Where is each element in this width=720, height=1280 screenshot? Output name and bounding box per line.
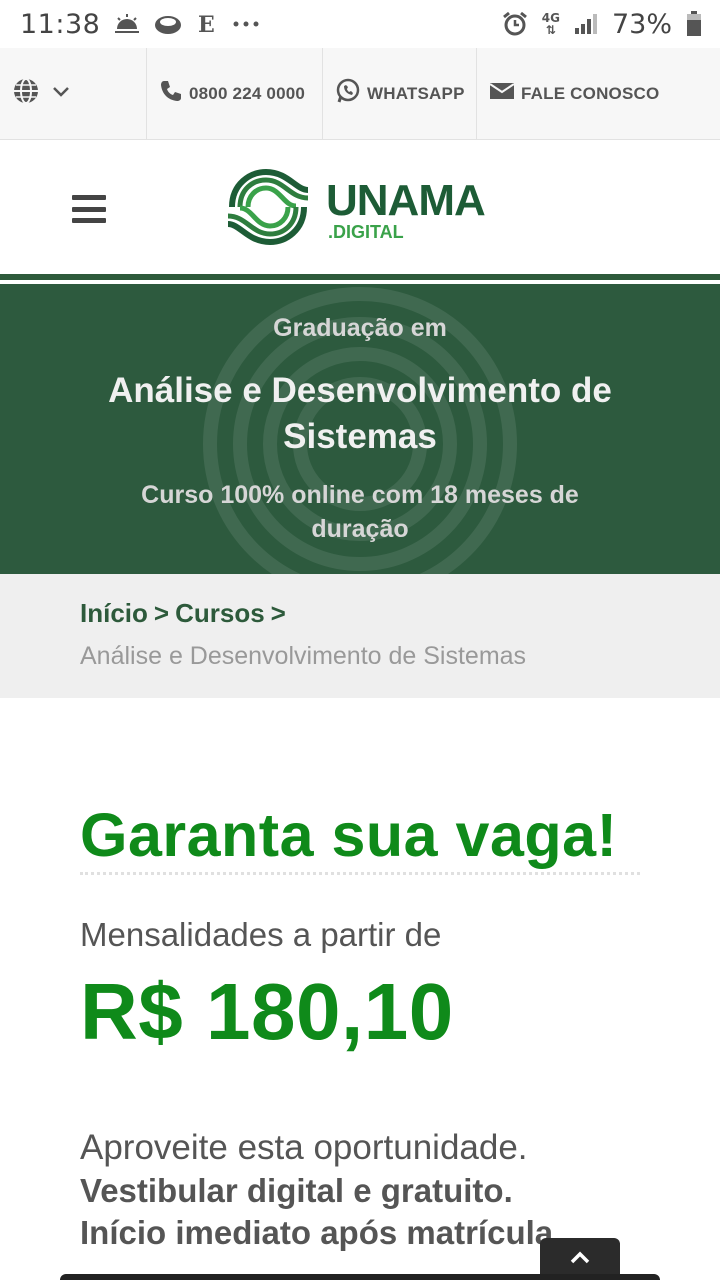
course-title: Análise e Desenvolvimento de Sistemas xyxy=(108,371,612,456)
status-time: 11:38 xyxy=(20,8,101,40)
whatsapp-icon xyxy=(335,78,361,109)
cloud-icon xyxy=(154,13,182,35)
free-exam-text: Vestibular digital e gratuito. xyxy=(80,1172,513,1209)
opportunity-text: Aproveite esta oportunidade. xyxy=(80,1128,528,1167)
price-label: Mensalidades a partir de xyxy=(80,916,442,953)
status-left: 11:38 E xyxy=(20,9,260,40)
chevron-up-icon xyxy=(569,1250,591,1269)
phone-number: 0800 224 0000 xyxy=(189,83,306,103)
site-header: UNAMA .DIGITAL xyxy=(0,140,720,274)
menu-button[interactable] xyxy=(72,195,106,223)
svg-text:E: E xyxy=(198,13,215,35)
header-divider xyxy=(0,274,720,280)
menu-bar xyxy=(72,218,106,223)
weather-sun-icon xyxy=(114,13,140,35)
menu-bar xyxy=(72,206,106,212)
signal-icon xyxy=(574,13,598,35)
hero-subtitle: Graduação em xyxy=(273,314,447,342)
logo-text: UNAMA .DIGITAL xyxy=(326,175,486,242)
network-type: 4G ⇅ xyxy=(542,12,560,36)
phone-icon xyxy=(159,79,183,108)
dotted-divider xyxy=(80,872,640,875)
alarm-icon xyxy=(502,11,528,37)
contact-label: FALE CONOSCO xyxy=(521,83,660,103)
logo[interactable]: UNAMA .DIGITAL xyxy=(218,164,486,255)
whatsapp-label: WHATSAPP xyxy=(367,83,465,103)
utility-bar: 0800 224 0000 WHATSAPP FALE CONOSCO xyxy=(0,48,720,140)
data-arrows-icon: ⇅ xyxy=(545,23,556,37)
e-news-icon: E xyxy=(196,13,218,35)
bottom-bar xyxy=(60,1274,660,1280)
price-value: R$ 180,10 xyxy=(80,967,454,1056)
breadcrumb-courses-link[interactable]: Cursos xyxy=(175,598,265,628)
logo-name: UNAMA xyxy=(326,175,486,225)
breadcrumb-links: Início > Cursos > xyxy=(80,598,640,638)
phone-link[interactable]: 0800 224 0000 xyxy=(147,48,323,139)
logo-mark-icon xyxy=(218,164,318,255)
status-right: 4G ⇅ 73% xyxy=(502,9,702,40)
status-bar: 11:38 E 4G ⇅ 73% xyxy=(0,0,720,48)
globe-icon xyxy=(12,77,40,110)
breadcrumb-current: Análise e Desenvolvimento de Sistemas xyxy=(80,642,527,670)
more-dots-icon xyxy=(232,20,260,28)
chevron-down-icon xyxy=(52,85,70,103)
breadcrumb: Início > Cursos > Análise e Desenvolvimento… xyxy=(0,574,720,698)
language-selector[interactable] xyxy=(0,48,147,139)
contact-link[interactable]: FALE CONOSCO xyxy=(477,48,720,139)
cta-heading: Garanta sua vaga! xyxy=(80,801,618,869)
start-text: Início imediato após matrícula xyxy=(80,1214,554,1251)
whatsapp-link[interactable]: WHATSAPP xyxy=(323,48,477,139)
breadcrumb-separator: > xyxy=(270,598,286,628)
breadcrumb-separator: > xyxy=(153,598,170,628)
course-description: Curso 100% online com 18 meses de duraçã… xyxy=(141,481,579,543)
menu-bar xyxy=(72,195,106,200)
logo-sub: .DIGITAL xyxy=(328,221,404,242)
breadcrumb-home-link[interactable]: Início xyxy=(80,598,148,628)
envelope-icon xyxy=(489,81,515,106)
battery-percent: 73% xyxy=(611,8,672,40)
hero-banner: Graduação em Análise e Desenvolvimento d… xyxy=(0,284,720,574)
battery-icon xyxy=(686,11,702,37)
